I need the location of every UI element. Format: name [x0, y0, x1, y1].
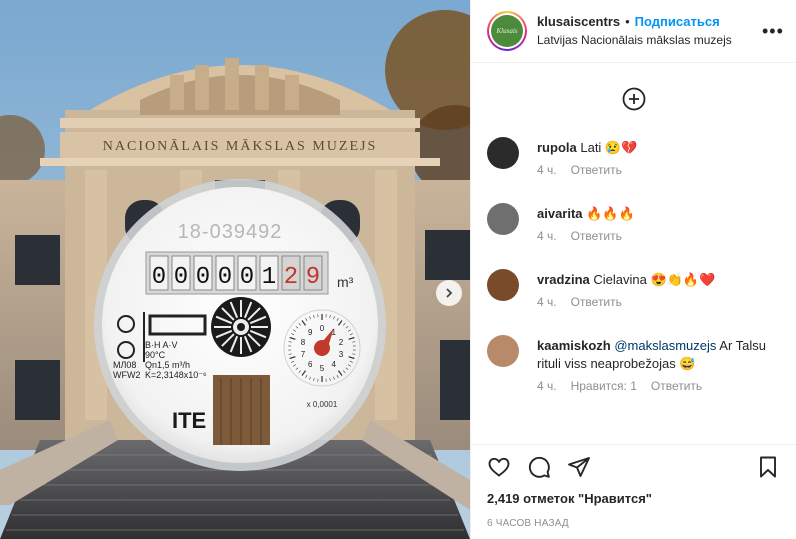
dial-number: 6 — [308, 360, 313, 369]
comments-list: rupola Lati 😢💔 4 ч. Ответить aivarita 🔥🔥🔥… — [471, 63, 796, 444]
post-photo[interactable]: NACIONĀLAIS MĀKSLAS MUZEJS 18-039492 0 0… — [0, 0, 470, 539]
comment-username[interactable]: aivarita — [537, 206, 583, 221]
profile-avatar[interactable]: Klusais — [487, 11, 527, 51]
comment-text: 🔥🔥🔥 — [586, 206, 635, 221]
dial-number: 8 — [301, 338, 306, 347]
meter-spec: 90°C — [145, 350, 166, 360]
post-viewer: NACIONĀLAIS MĀKSLAS MUZEJS 18-039492 0 0… — [0, 0, 796, 539]
meter-spec: B·H A·V — [145, 340, 178, 350]
separator-dot: • — [625, 14, 630, 29]
facade-inscription: NACIONĀLAIS MĀKSLAS MUZEJS — [103, 138, 377, 154]
post-header: Klusais klusaiscentrs • Подписаться Latvij… — [471, 0, 796, 63]
meter-digit: 0 — [240, 264, 254, 291]
comment-text: Lati 😢💔 — [580, 140, 638, 155]
post-sidebar: Klusais klusaiscentrs • Подписаться Latvij… — [470, 0, 796, 539]
meter-digit: 1 — [262, 264, 276, 291]
next-image-button[interactable] — [436, 280, 462, 306]
dial-number: 2 — [339, 338, 344, 347]
meter-digit: 0 — [174, 264, 188, 291]
dial-number: 5 — [320, 364, 325, 373]
meter-digit: 0 — [196, 264, 210, 291]
meter-spec: Qn1,5 m³/h — [145, 360, 190, 370]
museum-photo: NACIONĀLAIS MĀKSLAS MUZEJS 18-039492 0 0… — [0, 0, 470, 539]
load-more-comments-icon[interactable] — [622, 87, 646, 111]
share-icon[interactable] — [567, 455, 591, 479]
follow-button[interactable]: Подписаться — [635, 14, 720, 29]
avatar-logo-text: Klusais — [491, 15, 523, 47]
comment-time[interactable]: 4 ч. — [537, 295, 557, 309]
comment-time[interactable]: 4 ч. — [537, 379, 557, 393]
comment-username[interactable]: vradzina — [537, 272, 590, 287]
dial-number: 4 — [332, 360, 337, 369]
commenter-avatar[interactable] — [487, 203, 519, 235]
post-footer: 2,419 отметок "Нравится" 6 часов назад — [471, 444, 796, 539]
comment-time[interactable]: 4 ч. — [537, 229, 557, 243]
comment-username[interactable]: kaamiskozh — [537, 338, 611, 353]
meter-brand: ITE — [172, 408, 206, 433]
post-location[interactable]: Latvijas Nacionālais mākslas muzejs — [537, 31, 762, 49]
dial-number: 3 — [339, 350, 344, 359]
comment-username[interactable]: rupola — [537, 140, 577, 155]
comment-icon[interactable] — [527, 455, 551, 479]
dial-number: 0 — [320, 324, 325, 333]
commenter-avatar[interactable] — [487, 269, 519, 301]
likes-count[interactable]: 2,419 отметок "Нравится" — [487, 491, 780, 506]
meter-digit: 2 — [284, 264, 298, 291]
comment-item: aivarita 🔥🔥🔥 4 ч. Ответить — [471, 201, 796, 267]
heart-icon[interactable] — [487, 455, 511, 479]
meter-spec: K=2,3148x10⁻⁶ — [145, 370, 207, 380]
reply-button[interactable]: Ответить — [571, 295, 622, 309]
dial-scale: x 0,0001 — [307, 400, 338, 409]
comment-item: kaamiskozh @makslasmuzejs Ar Talsu ritul… — [471, 333, 796, 415]
comment-item: rupola Lati 😢💔 4 ч. Ответить — [471, 135, 796, 201]
comment-mention[interactable]: @makslasmuzejs — [614, 338, 716, 353]
meter-digit: 9 — [306, 264, 320, 291]
comment-text: Cielavina 😍👏🔥❤️ — [593, 272, 716, 287]
dial-number: 7 — [301, 350, 306, 359]
bookmark-icon[interactable] — [756, 455, 780, 479]
post-time[interactable]: 6 часов назад — [487, 518, 780, 529]
meter-digit: 0 — [152, 264, 166, 291]
reply-button[interactable]: Ответить — [651, 379, 702, 393]
comment-item: vradzina Cielavina 😍👏🔥❤️ 4 ч. Ответить — [471, 267, 796, 333]
commenter-avatar[interactable] — [487, 335, 519, 367]
more-options-icon[interactable]: ••• — [762, 22, 783, 40]
meter-unit: m³ — [337, 274, 354, 290]
commenter-avatar[interactable] — [487, 137, 519, 169]
meter-code: WFW2 — [113, 370, 141, 380]
post-username[interactable]: klusaiscentrs — [537, 14, 620, 29]
comment-likes-count[interactable]: Нравится: 1 — [571, 379, 637, 393]
dial-number: 9 — [308, 328, 313, 337]
meter-code: МЛ08 — [113, 360, 136, 370]
comment-time[interactable]: 4 ч. — [537, 163, 557, 177]
meter-serial: 18-039492 — [178, 221, 283, 243]
next-icon — [446, 288, 453, 298]
meter-digit: 0 — [218, 264, 232, 291]
action-bar — [487, 445, 780, 489]
reply-button[interactable]: Ответить — [571, 229, 622, 243]
reply-button[interactable]: Ответить — [571, 163, 622, 177]
